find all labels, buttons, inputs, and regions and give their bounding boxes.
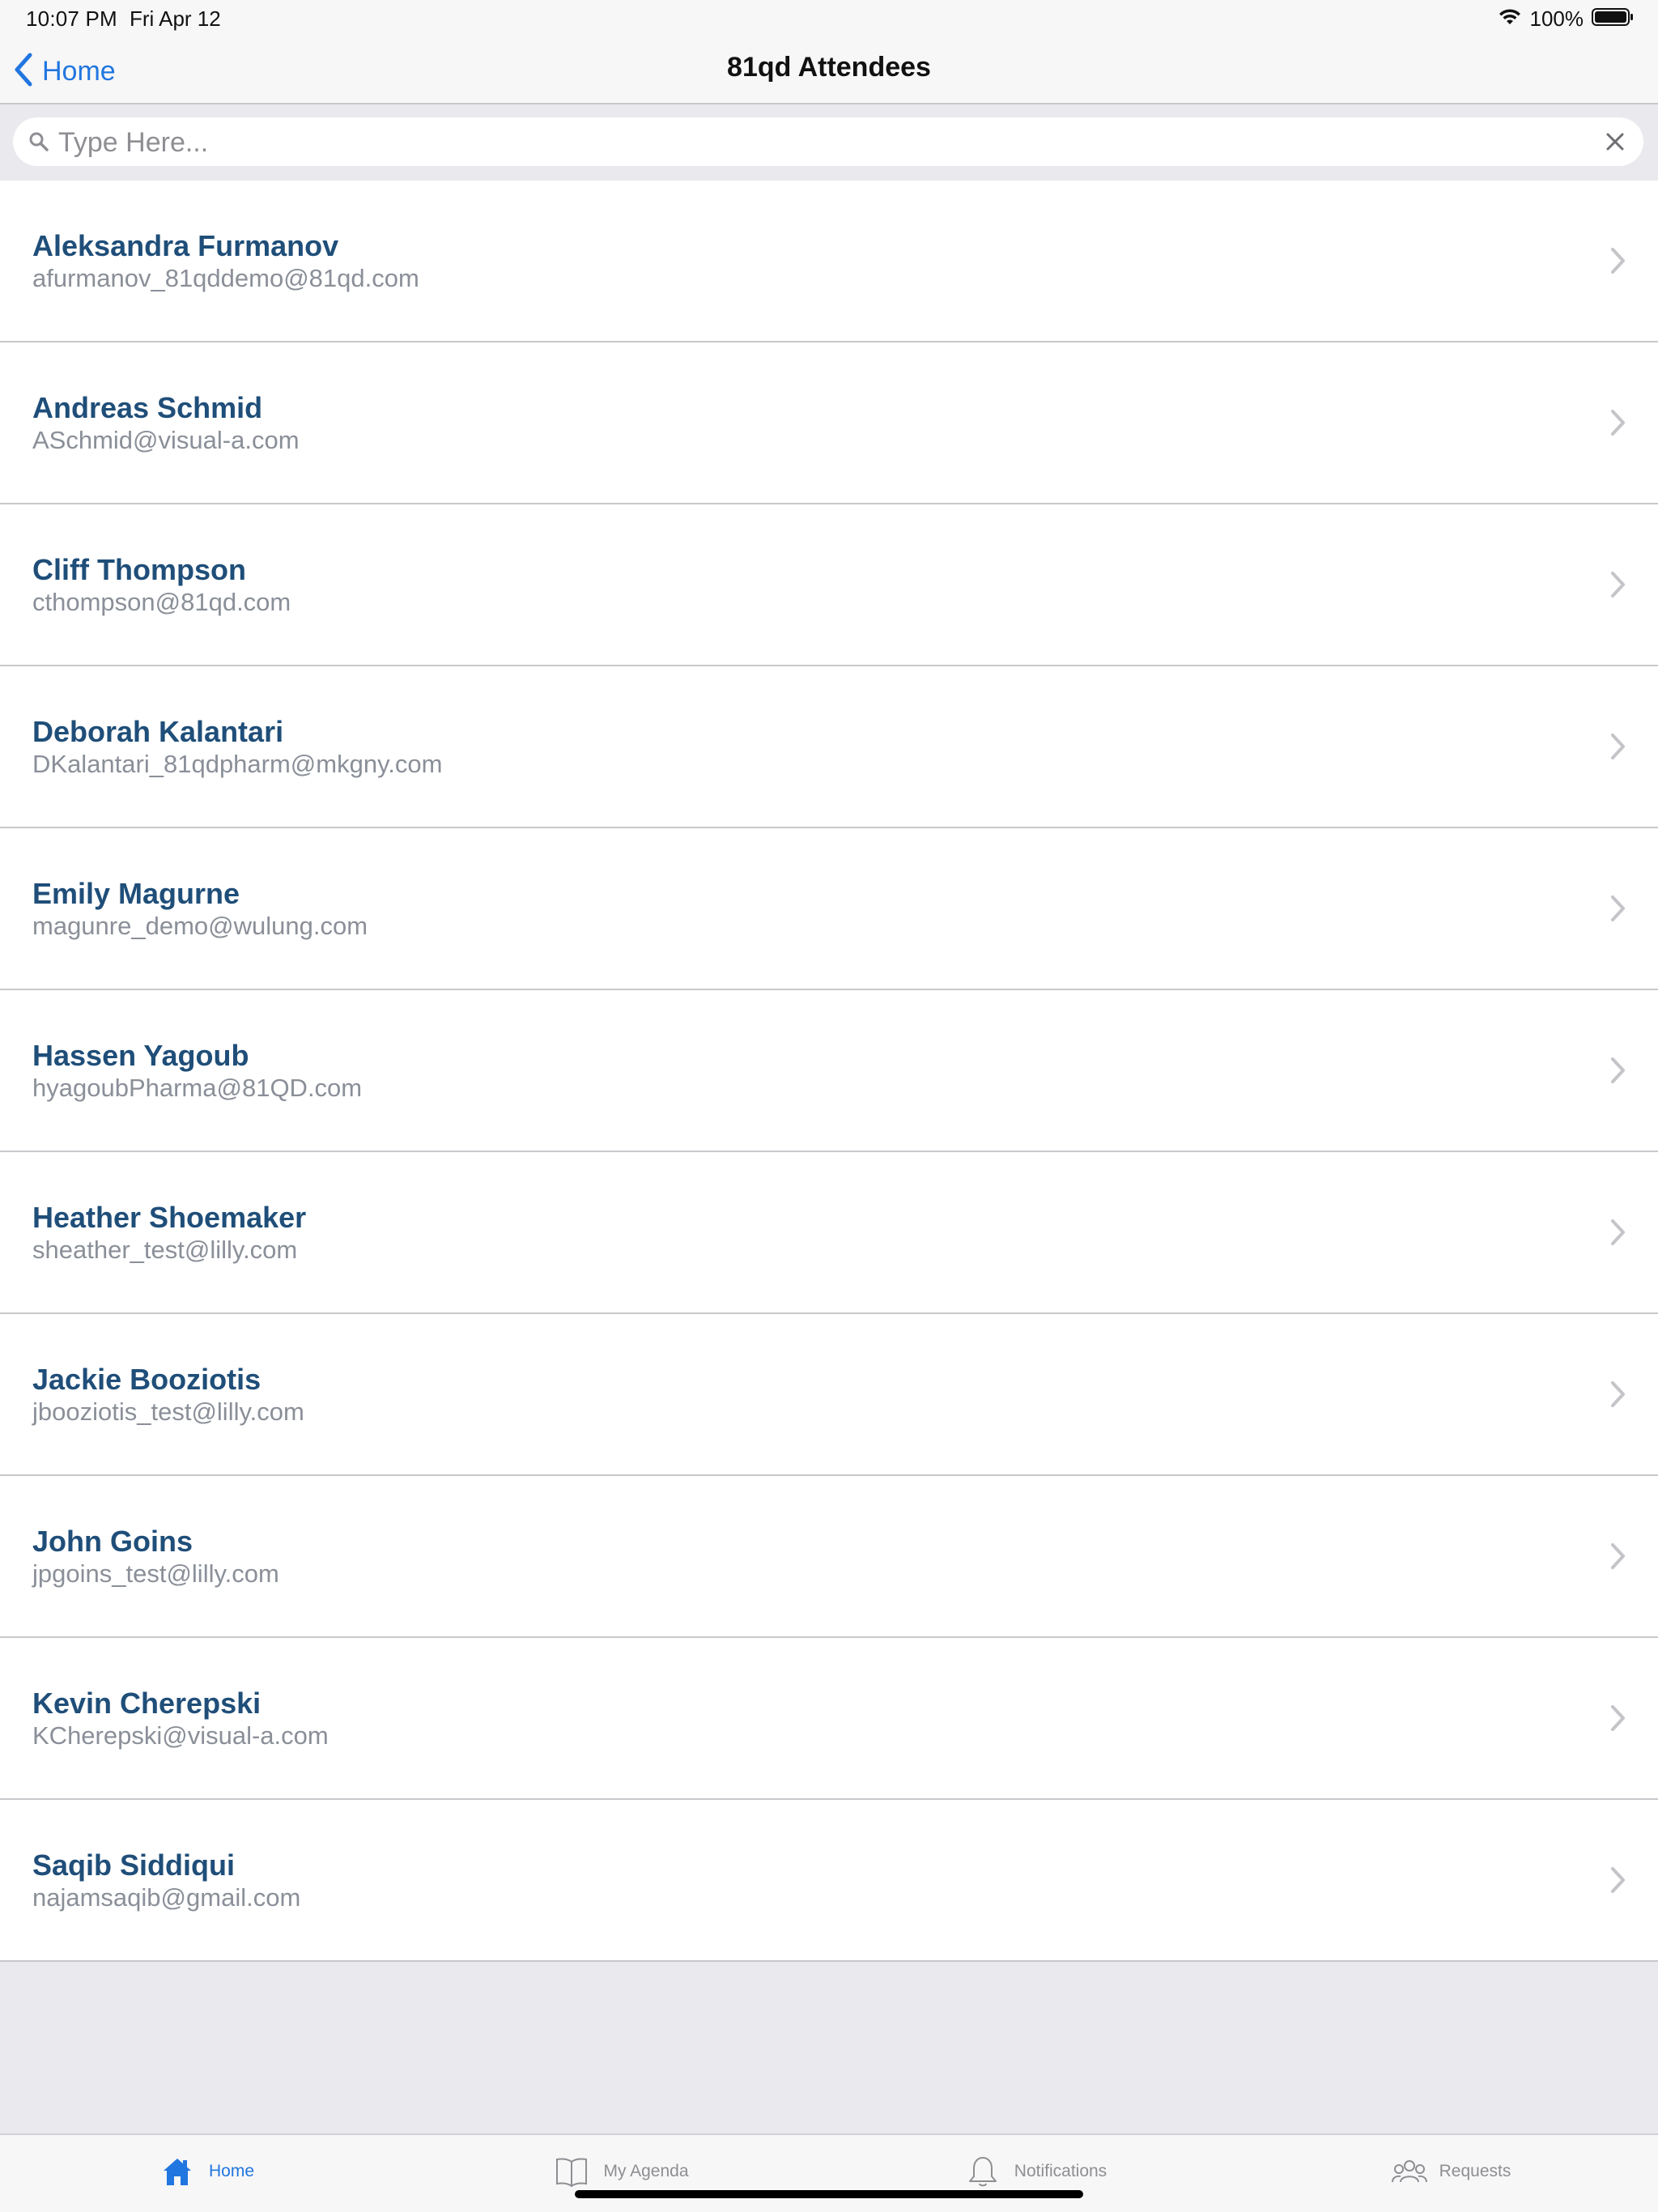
list-item[interactable]: Aleksandra Furmanov afurmanov_81qddemo@8… <box>0 181 1658 342</box>
list-item[interactable]: Emily Magurne magunre_demo@wulung.com <box>0 828 1658 990</box>
chevron-right-icon <box>1609 1704 1627 1732</box>
chevron-right-icon <box>1609 571 1627 598</box>
attendee-email: afurmanov_81qddemo@81qd.com <box>32 264 419 292</box>
search-input[interactable] <box>57 124 1598 161</box>
people-icon <box>1391 2155 1427 2189</box>
status-time: 10:07 PM <box>26 6 117 31</box>
list-item[interactable]: John Goins jpgoins_test@lilly.com <box>0 1476 1658 1638</box>
attendee-name: Jackie Booziotis <box>32 1363 261 1396</box>
battery-icon <box>1592 7 1634 31</box>
attendee-name: John Goins <box>32 1525 193 1558</box>
home-indicator <box>575 2190 1083 2198</box>
chevron-right-icon <box>1609 1057 1627 1084</box>
attendee-name: Hassen Yagoub <box>32 1039 249 1072</box>
attendee-name: Andreas Schmid <box>32 391 263 424</box>
close-icon[interactable] <box>1605 131 1626 152</box>
tab-my-agenda[interactable]: My Agenda <box>414 2135 829 2212</box>
chevron-right-icon <box>1609 409 1627 436</box>
list-item[interactable]: Jackie Booziotis jbooziotis_test@lilly.c… <box>0 1314 1658 1476</box>
tab-bar: Home My Agenda Notifications Requests <box>0 2133 1658 2212</box>
attendee-email: hyagoubPharma@81QD.com <box>32 1074 363 1102</box>
search-icon <box>28 130 50 153</box>
list-item[interactable]: Andreas Schmid ASchmid@visual-a.com <box>0 342 1658 504</box>
tab-my-agenda-label: My Agenda <box>603 2162 689 2180</box>
attendee-email: sheather_test@lilly.com <box>32 1236 298 1264</box>
chevron-right-icon <box>1609 895 1627 922</box>
list-item[interactable]: Cliff Thompson cthompson@81qd.com <box>0 504 1658 666</box>
battery-percent: 100% <box>1529 6 1584 31</box>
list-item[interactable]: Kevin Cherepski KCherepski@visual-a.com <box>0 1638 1658 1800</box>
status-indicators: 100% <box>1498 6 1635 32</box>
attendee-name: Deborah Kalantari <box>32 715 284 748</box>
chevron-right-icon <box>1609 1866 1627 1894</box>
list-item[interactable]: Hassen Yagoub hyagoubPharma@81QD.com <box>0 990 1658 1152</box>
list-item[interactable]: Saqib Siddiqui najamsaqib@gmail.com <box>0 1800 1658 1962</box>
search-bar <box>0 104 1658 181</box>
list-item[interactable]: Heather Shoemaker sheather_test@lilly.co… <box>0 1152 1658 1314</box>
attendees-screen: 10:07 PM Fri Apr 12 100% Home 81qd Atten… <box>0 0 1658 2212</box>
attendee-email: magunre_demo@wulung.com <box>32 912 368 940</box>
list-item[interactable]: Deborah Kalantari DKalantari_81qdpharm@m… <box>0 666 1658 828</box>
tab-notifications[interactable]: Notifications <box>829 2135 1244 2212</box>
tab-notifications-label: Notifications <box>1014 2162 1107 2180</box>
home-icon <box>160 2155 194 2189</box>
tab-requests-label: Requests <box>1439 2162 1511 2180</box>
attendee-list: Aleksandra Furmanov afurmanov_81qddemo@8… <box>0 181 1658 1962</box>
chevron-right-icon <box>1609 247 1627 274</box>
chevron-right-icon <box>1609 1380 1627 1408</box>
attendee-email: jpgoins_test@lilly.com <box>32 1559 279 1588</box>
bell-icon <box>966 2155 1000 2189</box>
status-date: Fri Apr 12 <box>130 6 221 31</box>
status-bar: 10:07 PM Fri Apr 12 100% <box>0 0 1658 39</box>
attendee-name: Aleksandra Furmanov <box>32 229 339 262</box>
navigation-bar: Home 81qd Attendees <box>0 39 1658 104</box>
tab-requests[interactable]: Requests <box>1244 2135 1658 2212</box>
attendee-name: Cliff Thompson <box>32 553 246 586</box>
page-title: 81qd Attendees <box>727 52 931 83</box>
attendee-email: cthompson@81qd.com <box>32 588 291 616</box>
search-field-container <box>13 117 1643 166</box>
tab-home[interactable]: Home <box>0 2135 414 2212</box>
attendee-name: Kevin Cherepski <box>32 1687 261 1720</box>
attendee-email: ASchmid@visual-a.com <box>32 426 300 454</box>
book-icon <box>555 2155 589 2189</box>
wifi-icon <box>1498 7 1522 31</box>
chevron-right-icon <box>1609 1542 1627 1570</box>
attendee-email: KCherepski@visual-a.com <box>32 1721 329 1750</box>
attendee-email: najamsaqib@gmail.com <box>32 1883 301 1912</box>
attendee-name: Emily Magurne <box>32 877 240 910</box>
attendee-email: DKalantari_81qdpharm@mkgny.com <box>32 750 443 778</box>
attendee-name: Saqib Siddiqui <box>32 1848 235 1882</box>
chevron-right-icon <box>1609 733 1627 760</box>
tab-home-label: Home <box>208 2162 255 2180</box>
attendee-name: Heather Shoemaker <box>32 1201 307 1234</box>
chevron-right-icon <box>1609 1219 1627 1246</box>
attendee-email: jbooziotis_test@lilly.com <box>32 1397 304 1426</box>
